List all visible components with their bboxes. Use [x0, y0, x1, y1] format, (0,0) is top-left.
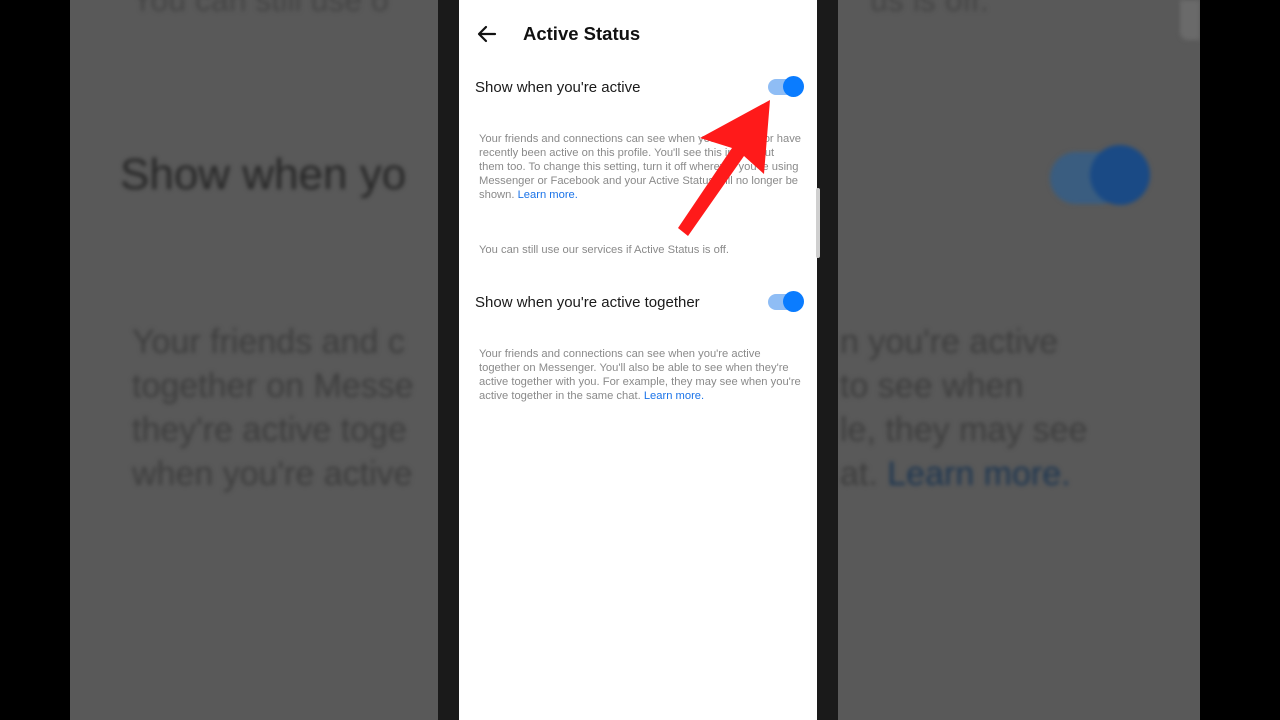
bg-para-line: n you're active	[840, 323, 1059, 361]
toggle-knob	[783, 291, 804, 312]
setting-label-show-active: Show when you're active	[475, 79, 641, 96]
bg-paragraph-left: Your friends and c together on Messe the…	[132, 320, 414, 496]
bg-show-text-left: Show when yo	[120, 150, 407, 199]
description-text: Your friends and connections can see whe…	[479, 348, 801, 402]
bg-toggle-knob	[1090, 145, 1150, 205]
learn-more-link[interactable]: Learn more.	[644, 390, 704, 402]
bg-para-line: they're active toge	[132, 411, 407, 449]
bg-para-line: to see when	[840, 367, 1024, 405]
bg-learn-more: Learn more.	[887, 455, 1071, 493]
setting-description-show-active-together: Your friends and connections can see whe…	[479, 347, 801, 403]
toggle-show-active-together[interactable]	[768, 291, 804, 312]
learn-more-link[interactable]: Learn more.	[518, 189, 578, 201]
bg-para-line: at. Learn more.	[840, 452, 1088, 496]
scroll-indicator	[816, 188, 820, 258]
app-header: Active Status	[459, 0, 817, 70]
bg-top-text-right: us is off.	[870, 0, 989, 18]
bg-paragraph-right: n you're active to see when le, they may…	[840, 320, 1088, 496]
red-pointer-arrow-icon	[678, 100, 770, 236]
page-title: Active Status	[523, 23, 641, 44]
setting-label-show-active-together: Show when you're active together	[475, 294, 700, 311]
bg-para-line: le, they may see	[840, 411, 1088, 449]
bg-para-line: when you're active	[132, 455, 413, 493]
bg-para-line-text: at.	[840, 455, 878, 493]
arrow-left-icon[interactable]	[475, 22, 499, 46]
bg-top-text-left: You can still use o	[132, 0, 389, 18]
bg-corner	[1180, 0, 1200, 40]
bg-para-line: Your friends and c	[132, 323, 405, 361]
bg-para-line: together on Messe	[132, 367, 414, 405]
